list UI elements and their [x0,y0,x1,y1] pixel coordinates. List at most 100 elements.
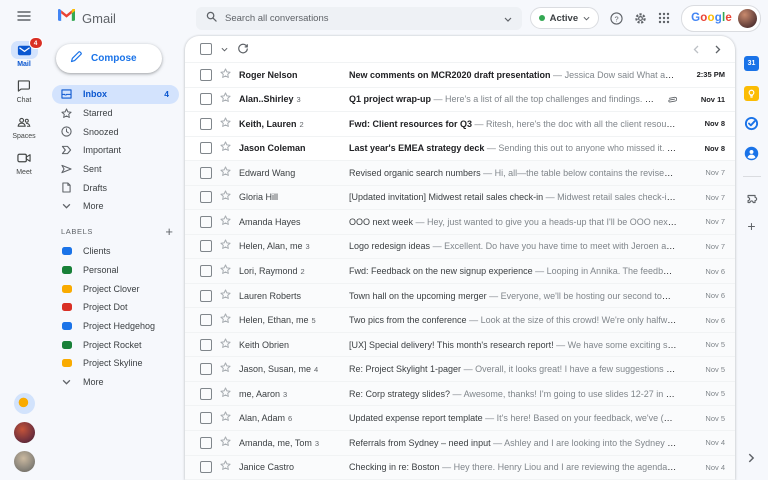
settings-gear-button[interactable] [634,12,647,25]
calendar-icon[interactable]: 31 [744,56,759,71]
email-row[interactable]: Edward Wang Revised organic search number… [185,161,735,186]
star-icon[interactable] [220,362,231,376]
older-page-button[interactable] [715,45,721,54]
email-row[interactable]: Alan, Adam 6 Updated expense report templa… [185,406,735,431]
star-icon[interactable] [220,436,231,450]
star-icon[interactable] [220,264,231,278]
star-icon[interactable] [220,166,231,180]
label-item-project-dot[interactable]: Project Dot [48,298,179,317]
status-selector[interactable]: Active [529,7,600,29]
label-item-personal[interactable]: Personal [48,261,179,280]
tasks-icon[interactable] [744,116,759,131]
label-item-clients[interactable]: Clients [48,242,179,261]
star-icon[interactable] [220,460,231,474]
email-row[interactable]: Alan..Shirley 3 Q1 project wrap-up — Here'… [185,87,735,113]
chat-icon [17,77,31,95]
select-options-caret-icon[interactable] [221,47,228,52]
row-checkbox[interactable] [200,436,212,449]
profile-avatar-3[interactable] [13,451,35,472]
rail-item-chat[interactable]: Chat [17,77,31,104]
sidebar-item-more-labels[interactable]: More [48,373,179,392]
email-row[interactable]: Lauren Roberts Town hall on the upcoming … [185,283,735,309]
sidebar-item-sent[interactable]: Sent [48,160,179,179]
main-menu-button[interactable] [0,9,48,27]
star-icon[interactable] [220,92,231,106]
star-icon[interactable] [220,411,231,425]
expand-side-panel-button[interactable] [748,450,755,468]
email-row[interactable]: Roger Nelson New comments on MCR2020 draf… [185,63,735,88]
sidebar-item-starred[interactable]: Starred [48,104,179,123]
email-row[interactable]: me, Aaron 3 Re: Corp strategy slides? — Aw… [185,381,735,407]
label-item-project-rocket[interactable]: Project Rocket [48,335,179,354]
row-checkbox[interactable] [200,461,212,474]
label-item-project-clover[interactable]: Project Clover [48,279,179,298]
star-icon[interactable] [220,117,231,131]
row-checkbox[interactable] [200,363,212,376]
keep-icon[interactable] [744,86,759,101]
label-item-project-skyline[interactable]: Project Skyline [48,354,179,373]
star-icon[interactable] [220,68,231,82]
email-snippet: Jessica Dow said What about Evan's sugge… [564,69,677,80]
contacts-icon[interactable] [744,146,759,161]
addons-icon[interactable] [745,192,759,206]
search-bar[interactable]: Search all conversations [196,6,522,30]
chevron-down-icon [61,379,72,385]
row-checkbox[interactable] [200,166,212,179]
profile-avatar-2[interactable] [13,422,35,443]
sidebar-item-snoozed[interactable]: Snoozed [48,122,179,141]
row-checkbox[interactable] [200,265,212,278]
row-checkbox[interactable] [200,117,212,130]
row-checkbox[interactable] [200,93,212,106]
email-row[interactable]: Lori, Raymond 2 Fwd: Feedback on the new s… [185,259,735,284]
label-item-project-hedgehog[interactable]: Project Hedgehog [48,317,179,336]
email-row[interactable]: Helen, Alan, me 3 Logo redesign ideas — Ex… [185,234,735,260]
row-checkbox[interactable] [200,314,212,327]
search-options-caret-icon[interactable] [504,9,512,27]
star-icon[interactable] [220,141,231,155]
newer-page-button[interactable] [693,45,699,54]
email-row[interactable]: Amanda Hayes OOO next week — Hey, just wa… [185,210,735,235]
rail-item-meet[interactable]: Meet [16,149,32,176]
email-snippet: We have some exciting stuff to share thi… [567,339,677,350]
email-row[interactable]: Keith Obrien [UX] Special delivery! This … [185,332,735,358]
star-icon[interactable] [220,215,231,229]
compose-button[interactable]: Compose [56,44,162,73]
email-row[interactable]: Janice Castro Checking in re: Boston — He… [185,455,735,480]
account-pill[interactable]: Google [681,4,761,32]
row-checkbox[interactable] [200,387,212,400]
select-all-checkbox[interactable] [200,43,212,55]
row-checkbox[interactable] [200,215,212,228]
row-checkbox[interactable] [200,338,212,351]
email-row[interactable]: Keith, Lauren 2 Fwd: Client resources for … [185,112,735,137]
refresh-button[interactable] [237,43,249,55]
email-row[interactable]: Amanda, me, Tom 3 Referrals from Sydney – … [185,430,735,456]
google-apps-grid-button[interactable] [658,12,670,24]
row-checkbox[interactable] [200,289,212,302]
email-date: Nov 5 [705,340,725,350]
row-checkbox[interactable] [200,191,212,204]
star-icon[interactable] [220,387,231,401]
star-icon[interactable] [220,313,231,327]
add-label-button[interactable]: + [165,225,173,238]
rail-item-mail[interactable]: 4 Mail [10,37,43,68]
rail-item-spaces[interactable]: Spaces [12,113,36,140]
sidebar-item-drafts[interactable]: Drafts [48,178,179,197]
row-checkbox[interactable] [200,412,212,425]
email-row[interactable]: Jason Coleman Last year's EMEA strategy d… [185,136,735,162]
row-checkbox[interactable] [200,240,212,253]
workspace-avatar[interactable] [13,393,35,414]
email-row[interactable]: Helen, Ethan, me 5 Two pics from the confe… [185,308,735,333]
sidebar-item-important[interactable]: Important [48,141,179,160]
email-row[interactable]: Jason, Susan, me 4 Re: Project Skylight 1-… [185,357,735,382]
star-icon[interactable] [220,239,231,253]
help-button[interactable]: ? [610,11,623,25]
sidebar-item-inbox[interactable]: Inbox 4 [52,85,179,104]
row-checkbox[interactable] [200,68,212,81]
email-row[interactable]: Gloria Hill [Updated invitation] Midwest … [185,185,735,211]
row-checkbox[interactable] [200,142,212,155]
star-icon[interactable] [220,190,231,204]
sidebar-item-more[interactable]: More [48,197,179,216]
plus-button[interactable]: + [747,219,755,233]
star-icon[interactable] [220,338,231,352]
star-icon[interactable] [220,288,231,303]
